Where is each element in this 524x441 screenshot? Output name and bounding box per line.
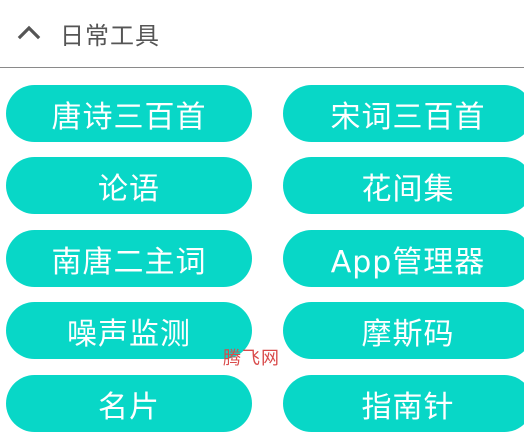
tool-button-compass[interactable]: 指南针 bbox=[283, 375, 524, 432]
tool-button-business-card[interactable]: 名片 bbox=[6, 375, 252, 432]
tool-button-southern-tang-ci[interactable]: 南唐二主词 bbox=[6, 230, 252, 287]
tool-button-tang-poems[interactable]: 唐诗三百首 bbox=[6, 85, 252, 142]
collapse-button[interactable] bbox=[14, 19, 44, 49]
tool-button-huajian-ji[interactable]: 花间集 bbox=[283, 157, 524, 214]
section-title: 日常工具 bbox=[60, 22, 160, 50]
tool-button-analects[interactable]: 论语 bbox=[6, 157, 252, 214]
tool-button-morse-code[interactable]: 摩斯码 bbox=[283, 302, 524, 359]
chevron-up-icon bbox=[17, 24, 41, 44]
tool-button-song-ci[interactable]: 宋词三百首 bbox=[283, 85, 524, 142]
tool-button-noise-monitor[interactable]: 噪声监测 bbox=[6, 302, 252, 359]
tool-button-app-manager[interactable]: App管理器 bbox=[283, 230, 524, 287]
section-header[interactable]: 日常工具 bbox=[0, 0, 524, 68]
